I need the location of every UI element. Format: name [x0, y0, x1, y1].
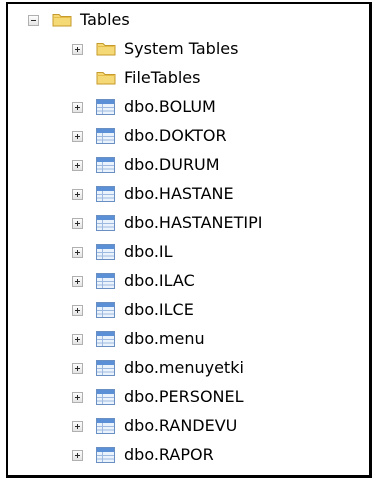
- table-icon: [96, 418, 115, 434]
- tree-node-label: dbo.BOLUM: [124, 97, 216, 116]
- tree-node-table[interactable]: dbo.RAPOR: [8, 441, 368, 469]
- tree-node-table[interactable]: dbo.DOKTOR: [8, 122, 368, 150]
- expand-icon[interactable]: [72, 392, 83, 403]
- tree-node-system-tables[interactable]: System Tables: [8, 35, 368, 63]
- tree-node-label: dbo.RANDEVU: [124, 416, 238, 435]
- expand-icon[interactable]: [72, 450, 83, 461]
- table-icon: [96, 244, 115, 260]
- expand-icon[interactable]: [72, 131, 83, 142]
- expand-icon[interactable]: [72, 189, 83, 200]
- tree-node-label: dbo.ILCE: [124, 300, 194, 319]
- table-icon: [96, 273, 115, 289]
- tree-node-label: dbo.menu: [124, 329, 205, 348]
- expand-icon[interactable]: [72, 160, 83, 171]
- table-icon: [96, 186, 115, 202]
- tree-node-label: dbo.DOKTOR: [124, 126, 227, 145]
- tree-node-table[interactable]: dbo.HASTANE: [8, 180, 368, 208]
- expand-icon[interactable]: [72, 421, 83, 432]
- tree-node-filetables[interactable]: FileTables: [8, 64, 368, 92]
- table-icon: [96, 157, 115, 173]
- tree-node-label: dbo.RAPOR: [124, 445, 214, 464]
- expand-icon[interactable]: [72, 334, 83, 345]
- tree-node-label: dbo.ILAC: [124, 271, 195, 290]
- tree-node-table[interactable]: dbo.VATANDAS: [8, 470, 368, 478]
- tree-node-table[interactable]: dbo.DURUM: [8, 151, 368, 179]
- tree-node-label: System Tables: [124, 39, 239, 58]
- table-icon: [96, 360, 115, 376]
- expand-icon[interactable]: [72, 247, 83, 258]
- tree-node-table[interactable]: dbo.BOLUM: [8, 93, 368, 121]
- table-icon: [96, 99, 115, 115]
- tree-node-table[interactable]: dbo.IL: [8, 238, 368, 266]
- table-icon: [96, 447, 115, 463]
- folder-icon: [52, 14, 72, 27]
- object-explorer-panel: Tables System Tables FileTables dbo.BOLU…: [6, 2, 372, 478]
- tree-node-table[interactable]: dbo.PERSONEL: [8, 383, 368, 411]
- tree-node-label: dbo.VATANDAS: [124, 474, 243, 475]
- tree-node-label: dbo.HASTANETIPI: [124, 213, 263, 232]
- tables-tree: Tables System Tables FileTables dbo.BOLU…: [8, 4, 369, 475]
- table-icon: [96, 215, 115, 231]
- tree-node-label: dbo.IL: [124, 242, 173, 261]
- expand-icon[interactable]: [72, 276, 83, 287]
- tree-node-table[interactable]: dbo.RANDEVU: [8, 412, 368, 440]
- tree-node-table[interactable]: dbo.HASTANETIPI: [8, 209, 368, 237]
- tree-node-label: FileTables: [124, 68, 201, 87]
- table-icon: [96, 302, 115, 318]
- expand-icon[interactable]: [72, 305, 83, 316]
- tree-node-table[interactable]: dbo.ILAC: [8, 267, 368, 295]
- table-icon: [96, 128, 115, 144]
- tree-node-table[interactable]: dbo.menuyetki: [8, 354, 368, 382]
- folder-icon: [96, 43, 116, 56]
- tree-node-label: Tables: [80, 10, 130, 29]
- folder-icon: [96, 72, 116, 85]
- table-icon: [96, 331, 115, 347]
- tree-node-table[interactable]: dbo.ILCE: [8, 296, 368, 324]
- table-icon: [96, 476, 115, 478]
- tree-node-table[interactable]: dbo.menu: [8, 325, 368, 353]
- tree-node-label: dbo.HASTANE: [124, 184, 234, 203]
- expand-icon[interactable]: [72, 44, 83, 55]
- tree-node-label: dbo.menuyetki: [124, 358, 244, 377]
- table-icon: [96, 389, 115, 405]
- tree-node-label: dbo.DURUM: [124, 155, 220, 174]
- collapse-icon[interactable]: [28, 15, 39, 26]
- expand-icon[interactable]: [72, 218, 83, 229]
- expand-icon[interactable]: [72, 363, 83, 374]
- expand-icon[interactable]: [72, 102, 83, 113]
- tree-node-tables[interactable]: Tables: [8, 6, 368, 34]
- tree-node-label: dbo.PERSONEL: [124, 387, 244, 406]
